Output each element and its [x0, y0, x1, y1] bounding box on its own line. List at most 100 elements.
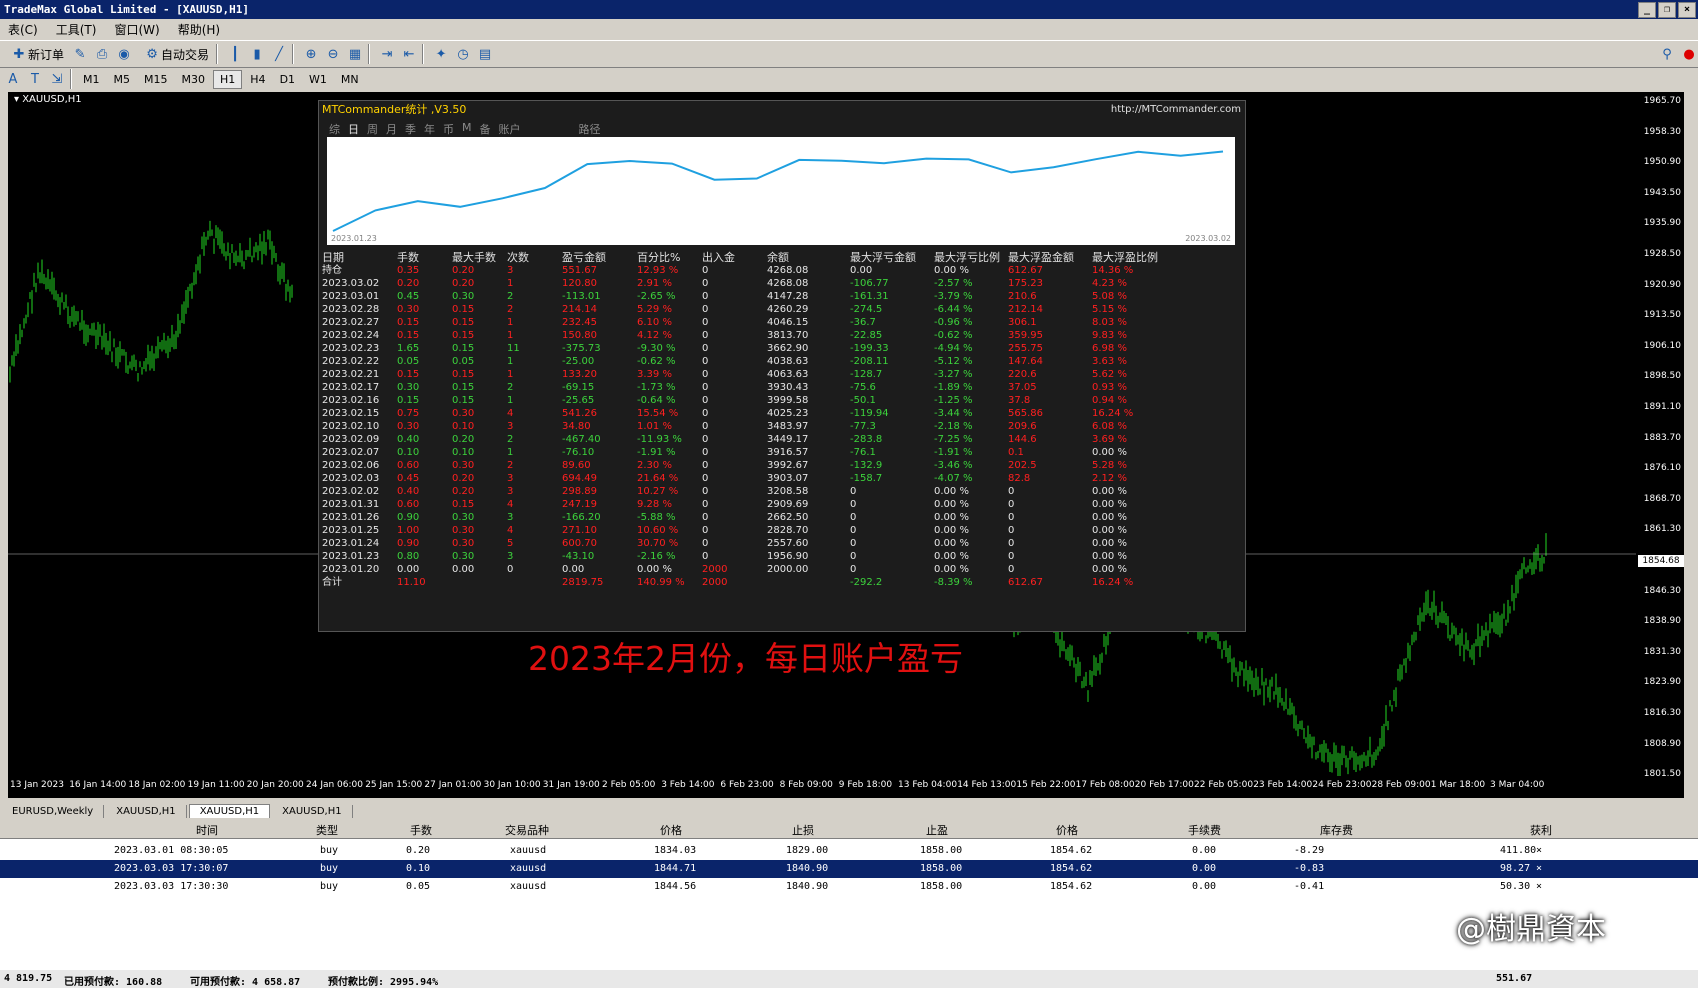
- menu-tools[interactable]: 工具(T): [56, 21, 97, 38]
- chart-tab[interactable]: XAUUSD,H1: [272, 805, 353, 818]
- order-cell: 2023.03.03 17:30:30: [114, 881, 229, 892]
- restore-button[interactable]: ❐: [1658, 2, 1676, 18]
- mtc-cell: 0.10: [452, 447, 475, 458]
- order-row[interactable]: 2023.03.01 08:30:05 buy 0.20 xauusd 1834.03 1…: [0, 842, 1698, 860]
- account-summary: 4 819.75 已用预付款: 160.88 可用预付款: 4 658.87 预…: [0, 970, 1698, 988]
- close-order-icon[interactable]: ×: [1536, 881, 1542, 892]
- close-order-icon[interactable]: ×: [1536, 863, 1542, 874]
- terminal-column-header[interactable]: 止盈: [926, 822, 948, 838]
- order-cell: buy: [320, 881, 339, 892]
- tile-windows-icon[interactable]: ▦: [346, 45, 364, 63]
- minimize-button[interactable]: _: [1638, 2, 1656, 18]
- mtc-tab[interactable]: M: [462, 121, 472, 137]
- bar-chart-icon[interactable]: ┃: [226, 45, 244, 63]
- terminal-column-header[interactable]: 时间: [196, 822, 218, 838]
- chart-tab[interactable]: XAUUSD,H1: [106, 805, 187, 818]
- mtc-cell: 0.00 %: [934, 551, 969, 562]
- price-tick: 1950.90: [1643, 157, 1681, 168]
- mtc-cell: -283.8: [850, 434, 883, 445]
- tf-h1[interactable]: H1: [213, 69, 243, 89]
- mtc-tab[interactable]: 币: [443, 121, 454, 137]
- order-row[interactable]: 2023.03.03 17:30:07 buy 0.10 xauusd 1844.71 1…: [0, 860, 1698, 878]
- terminal-column-header[interactable]: 交易品种: [505, 822, 549, 838]
- indicators-icon[interactable]: ✦: [432, 45, 450, 63]
- terminal-column-header[interactable]: 价格: [1056, 822, 1078, 838]
- mtc-tab[interactable]: 备: [480, 121, 491, 137]
- order-cell: 1854.62: [1050, 881, 1093, 892]
- terminal-column-header[interactable]: 类型: [316, 822, 338, 838]
- mtc-cell: 175.23: [1008, 278, 1043, 289]
- tf-mn[interactable]: MN: [335, 71, 365, 88]
- mtc-cell: 持仓: [322, 265, 342, 276]
- mtc-cell: 0.15: [397, 317, 420, 328]
- time-tick: 28 Feb 09:00: [1371, 780, 1431, 790]
- terminal-column-header[interactable]: 价格: [660, 822, 682, 838]
- mtc-tab-path[interactable]: 路径: [579, 121, 601, 137]
- menu-help[interactable]: 帮助(H): [178, 21, 220, 38]
- mtc-cell: 5.15 %: [1092, 304, 1127, 315]
- chart-shift-icon[interactable]: ⇤: [400, 45, 418, 63]
- mtc-cell: 6.10 %: [637, 317, 672, 328]
- zoom-in-icon[interactable]: ⊕: [302, 45, 320, 63]
- tf-d1[interactable]: D1: [274, 71, 301, 88]
- auto-trade-button[interactable]: ⚙ 自动交易: [136, 43, 212, 65]
- candle-chart-icon[interactable]: ▮: [248, 45, 266, 63]
- arrow-tool-icon[interactable]: ⇲: [48, 70, 66, 88]
- mtc-cell: 盈亏金额: [562, 251, 606, 264]
- terminal-column-header[interactable]: 手数: [410, 822, 432, 838]
- terminal-column-header[interactable]: 手续费: [1188, 822, 1221, 838]
- mtc-cell: 0: [1008, 538, 1015, 549]
- label-tool-icon[interactable]: T: [26, 70, 44, 88]
- mtc-tab[interactable]: 月: [386, 121, 397, 137]
- chart-tab[interactable]: EURUSD,Weekly: [2, 805, 105, 818]
- templates-icon[interactable]: ▤: [476, 45, 494, 63]
- mtc-cell: -75.6: [850, 382, 876, 393]
- new-order-button[interactable]: ✚ 新订单: [3, 43, 67, 65]
- price-scale[interactable]: 1965.70 1958.30 1950.90 1943.50 1935.90 1928.…: [1636, 92, 1684, 798]
- mtc-tab[interactable]: 综: [329, 121, 340, 137]
- tf-w1[interactable]: W1: [303, 71, 333, 88]
- terminal-column-header[interactable]: 止损: [792, 822, 814, 838]
- mtc-tab[interactable]: 账户: [499, 121, 521, 137]
- mtc-tab[interactable]: 日: [348, 121, 359, 137]
- close-order-icon[interactable]: ×: [1536, 845, 1542, 856]
- text-tool-icon[interactable]: A: [4, 70, 22, 88]
- menu-window[interactable]: 窗口(W): [114, 21, 159, 38]
- mtc-tab[interactable]: 周: [367, 121, 378, 137]
- mtc-tab[interactable]: 年: [424, 121, 435, 137]
- terminal-column-header[interactable]: 获利: [1530, 822, 1552, 838]
- mtc-tab[interactable]: 季: [405, 121, 416, 137]
- order-cell: buy: [320, 863, 339, 874]
- order-row[interactable]: 2023.03.03 17:30:30 buy 0.05 xauusd 1844.56 1…: [0, 878, 1698, 896]
- tf-m1[interactable]: M1: [77, 71, 106, 88]
- tf-m5[interactable]: M5: [108, 71, 137, 88]
- line-chart-icon[interactable]: ╱: [270, 45, 288, 63]
- mtc-row: 2023.02.22 0.05 0.05 1 -25.00 -0.62 % 0 4038.63…: [322, 355, 1240, 368]
- mtc-cell: 0.00 %: [934, 486, 969, 497]
- mtc-url[interactable]: http://MTCommander.com: [1111, 101, 1241, 119]
- mtc-cell: -3.79 %: [934, 291, 973, 302]
- mtc-cell: -161.31: [850, 291, 889, 302]
- mtc-cell: 89.60: [562, 460, 591, 471]
- signal-icon[interactable]: ◉: [115, 45, 133, 63]
- tf-m30[interactable]: M30: [176, 71, 212, 88]
- alert-icon[interactable]: ●: [1680, 45, 1698, 63]
- pencil-icon[interactable]: ✎: [71, 45, 89, 63]
- search-icon[interactable]: ⚲: [1658, 45, 1676, 63]
- chart-tabs: EURUSD,Weekly XAUUSD,H1 XAUUSD,H1 XAUUSD,H1: [0, 800, 1698, 818]
- print-icon[interactable]: ⎙: [93, 45, 111, 63]
- mtc-cell: 0.20: [452, 473, 475, 484]
- periods-icon[interactable]: ◷: [454, 45, 472, 63]
- menu-chart[interactable]: 表(C): [8, 21, 38, 38]
- mtc-cell: 0.30: [452, 512, 475, 523]
- chart-tab[interactable]: XAUUSD,H1: [188, 804, 271, 818]
- price-chart[interactable]: ▾ XAUUSD,H1 1965.70 1958.30 1950.90 1943.50…: [8, 92, 1684, 798]
- auto-scroll-icon[interactable]: ⇥: [378, 45, 396, 63]
- tf-h4[interactable]: H4: [244, 71, 271, 88]
- close-button[interactable]: ×: [1678, 2, 1696, 18]
- tf-m15[interactable]: M15: [138, 71, 174, 88]
- zoom-out-icon[interactable]: ⊖: [324, 45, 342, 63]
- mtc-cell: 3: [507, 512, 514, 523]
- terminal-column-header[interactable]: 库存费: [1320, 822, 1353, 838]
- mtc-cell: 612.67: [1008, 265, 1043, 276]
